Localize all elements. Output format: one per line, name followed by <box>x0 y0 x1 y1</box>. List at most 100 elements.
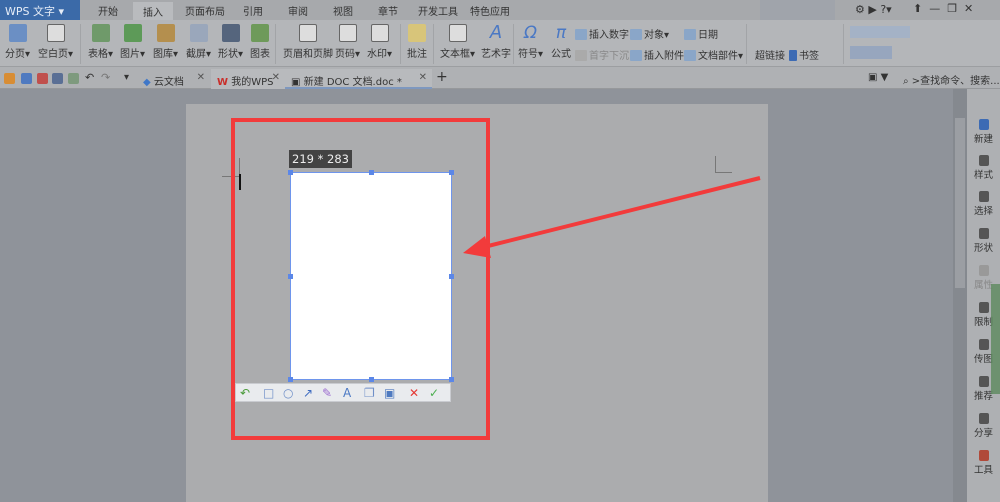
resize-handle[interactable] <box>369 377 374 382</box>
arrow-icon[interactable]: ↗ <box>303 386 313 400</box>
undo-icon[interactable]: ↶ <box>85 71 94 84</box>
picture-button[interactable]: 图片▾ <box>120 24 145 60</box>
display-icon[interactable]: ▣ ▼ <box>868 72 888 83</box>
doc-tab-mywps[interactable]: W 我的WPS ✕ <box>211 69 285 89</box>
brush-icon[interactable]: ✎ <box>322 386 332 400</box>
tab-references[interactable]: 引用 <box>243 3 263 18</box>
insert-number-button[interactable]: 插入数字 <box>575 26 629 41</box>
close-icon: ✕ <box>418 72 427 83</box>
wordart-icon: A <box>489 22 503 43</box>
date-button[interactable]: 日期 <box>684 26 718 41</box>
protect-icons[interactable] <box>850 46 892 59</box>
doc-tab-cloud[interactable]: ◆ 云文档 ✕ <box>137 69 210 89</box>
table-button[interactable]: 表格▾ <box>88 24 113 60</box>
tab-layout[interactable]: 页面布局 <box>185 3 225 18</box>
cancel-icon[interactable]: ✕ <box>409 386 419 400</box>
page-break-icon <box>8 24 27 42</box>
confirm-icon[interactable]: ✓ <box>429 386 439 400</box>
resize-handle[interactable] <box>449 274 454 279</box>
select-icon <box>978 191 989 202</box>
style-icon <box>978 155 989 166</box>
new-tab-button[interactable]: + <box>436 69 448 85</box>
scrollbar-thumb[interactable] <box>955 118 965 288</box>
sidebar-item-shape[interactable]: 形状 <box>967 228 1000 254</box>
tab-view[interactable]: 视图 <box>333 3 353 18</box>
comment-button[interactable]: 批注 <box>407 24 427 60</box>
chart-button[interactable]: 图表 <box>250 24 270 60</box>
recommend-icon <box>978 376 989 387</box>
watermark-button[interactable]: 水印▾ <box>367 24 392 60</box>
doc-tab-active[interactable]: ▣ 新建 DOC 文档.doc * ✕ <box>285 69 432 89</box>
rectangle-icon[interactable]: □ <box>263 386 274 400</box>
doc-parts-icon <box>684 50 696 61</box>
blank-page-button[interactable]: 空白页▾ <box>38 24 73 60</box>
new-doc-icon <box>978 119 989 130</box>
open-icon[interactable] <box>4 73 15 84</box>
formula-button[interactable]: π 公式 <box>551 24 571 60</box>
sidebar-item-tools[interactable]: 工具 <box>967 450 1000 476</box>
drop-cap-button[interactable]: 首字下沉 <box>575 47 629 62</box>
save-icon[interactable] <box>21 73 32 84</box>
sidebar-item-select[interactable]: 选择 <box>967 191 1000 217</box>
hyperlink-button[interactable]: 超链接 <box>755 47 785 62</box>
tab-start[interactable]: 开始 <box>98 3 118 18</box>
doc-icon: ▣ <box>291 77 301 88</box>
shape-button[interactable]: 形状▾ <box>218 24 243 60</box>
tab-review[interactable]: 审阅 <box>288 3 308 18</box>
search-box[interactable]: ⌕ >查找命令、搜索... <box>903 72 1000 87</box>
dropdown-icon[interactable]: ▾ <box>124 72 129 83</box>
tab-special[interactable]: 特色应用 <box>470 3 510 18</box>
attachment-icon <box>630 50 642 61</box>
watermark-icon <box>370 24 389 42</box>
close-icon: ✕ <box>196 72 205 83</box>
sidebar-item-style[interactable]: 样式 <box>967 155 1000 181</box>
save-icon[interactable]: ▣ <box>384 386 395 400</box>
screenshot-selection[interactable] <box>288 170 454 382</box>
gallery-icon <box>156 24 175 42</box>
copy-icon[interactable]: ❐ <box>364 386 375 400</box>
pdf-icon[interactable] <box>37 73 48 84</box>
comment-icon <box>408 24 426 42</box>
screenshot-button[interactable]: 截屏▾ <box>186 24 211 60</box>
tab-insert[interactable]: 插入 <box>133 2 173 20</box>
textbox-button[interactable]: 文本框▾ <box>440 24 475 60</box>
page-break-button[interactable]: 分页▾ <box>5 24 30 60</box>
sidebar-item-new[interactable]: 新建 <box>967 119 1000 145</box>
quick-style-icons[interactable] <box>850 26 910 38</box>
undo-icon[interactable]: ↶ <box>240 386 250 400</box>
window-controls[interactable]: ⬆ — ❐ ✕ <box>913 2 973 15</box>
page-number-icon <box>338 24 357 42</box>
resize-handle[interactable] <box>449 170 454 175</box>
resize-handle[interactable] <box>288 274 293 279</box>
screenshot-icon <box>189 24 208 42</box>
header-footer-icon <box>299 24 317 42</box>
app-logo: WPS 文字 <box>5 5 55 18</box>
shape-icon <box>221 24 240 42</box>
bookmark-button[interactable]: 书签 <box>789 47 819 62</box>
wordart-button[interactable]: A 艺术字 <box>481 22 511 61</box>
doc-parts-button[interactable]: 文档部件▾ <box>684 47 743 62</box>
print-preview-icon[interactable] <box>68 73 79 84</box>
app-menu-button[interactable]: WPS 文字 ▾ <box>0 0 80 20</box>
restrict-icon <box>978 302 989 313</box>
sidebar-item-share[interactable]: 分享 <box>967 413 1000 439</box>
upload-icon <box>978 339 989 350</box>
attachment-button[interactable]: 插入附件 <box>630 47 684 62</box>
symbol-button[interactable]: Ω 符号▾ <box>518 24 543 60</box>
object-button[interactable]: 对象▾ <box>630 26 669 41</box>
header-footer-button[interactable]: 页眉和页脚 <box>283 24 333 60</box>
tab-section[interactable]: 章节 <box>378 3 398 18</box>
close-icon: ✕ <box>271 72 280 83</box>
text-icon[interactable]: A <box>343 386 351 400</box>
help-icon[interactable]: ⚙ ▶ ?▾ <box>855 3 892 16</box>
gallery-button[interactable]: 图库▾ <box>153 24 178 60</box>
resize-handle[interactable] <box>288 377 293 382</box>
print-icon[interactable] <box>52 73 63 84</box>
redo-icon[interactable]: ↷ <box>101 71 110 84</box>
tab-developer[interactable]: 开发工具 <box>418 3 458 18</box>
ellipse-icon[interactable]: ○ <box>283 386 293 400</box>
resize-handle[interactable] <box>369 170 374 175</box>
resize-handle[interactable] <box>288 170 293 175</box>
resize-handle[interactable] <box>449 377 454 382</box>
page-number-button[interactable]: 页码▾ <box>335 24 360 60</box>
